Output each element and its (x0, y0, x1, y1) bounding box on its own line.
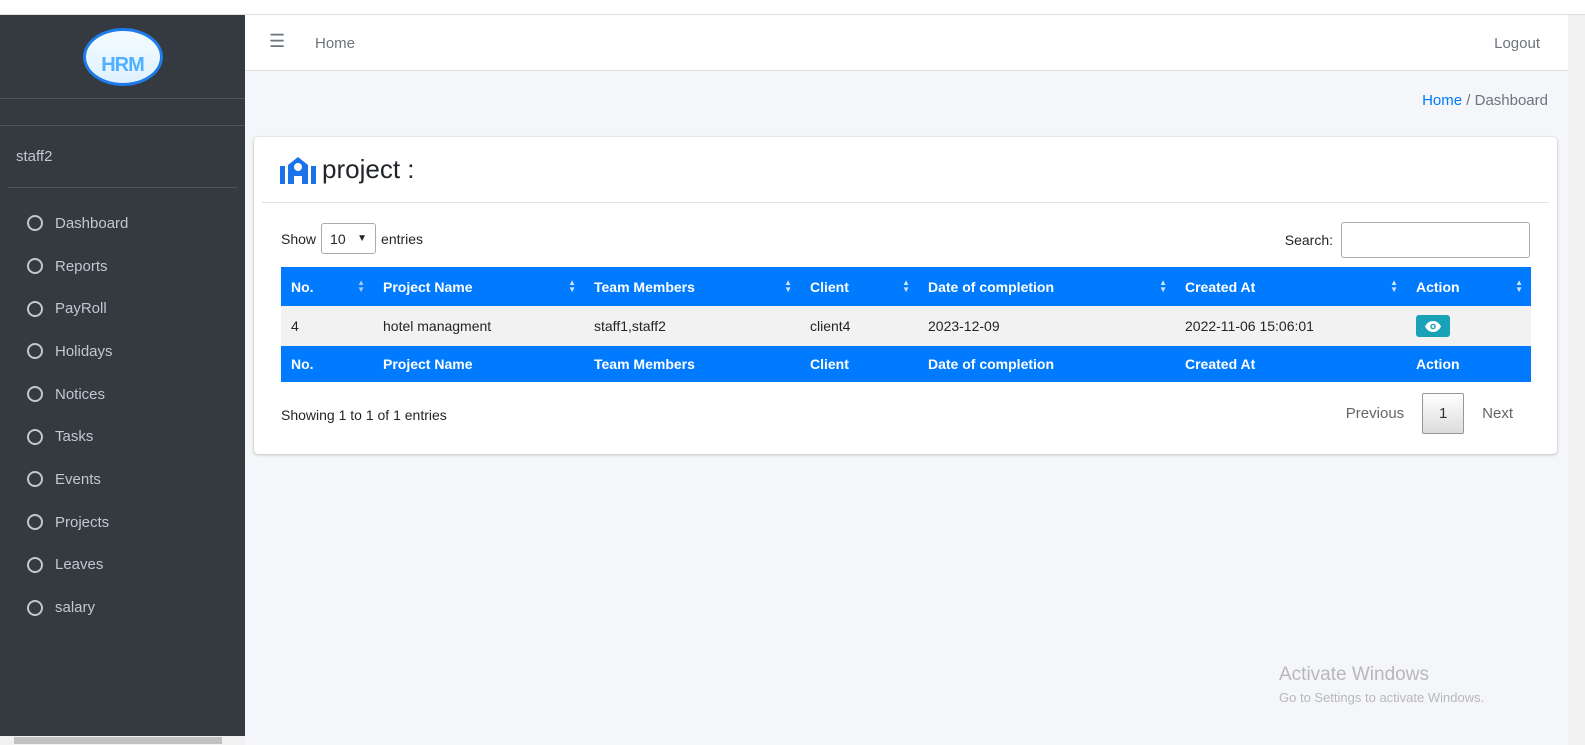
sidebar-item-dashboard[interactable]: Dashboard (0, 202, 245, 245)
sidebar-scrollbar[interactable] (0, 736, 245, 745)
sidebar-item-projects[interactable]: Projects (0, 501, 245, 544)
search-input[interactable] (1341, 222, 1530, 258)
column-header-no[interactable]: No. ▲ ▼ (281, 267, 373, 306)
sidebar-item-salary[interactable]: salary (0, 586, 245, 629)
circle-icon (27, 343, 43, 360)
top-navbar: ☰ Home Logout (245, 15, 1568, 71)
logo-image: HRM (82, 27, 163, 86)
menu-icon[interactable]: ☰ (269, 31, 285, 52)
column-header-project-name[interactable]: Project Name ▲ ▼ (373, 267, 584, 306)
sidebar-item-events[interactable]: Events (0, 458, 245, 501)
circle-icon (27, 300, 43, 317)
sidebar: HRM staff2 Dashboard Reports PayRoll Hol… (0, 15, 245, 745)
breadcrumb-current: Dashboard (1474, 92, 1548, 109)
sidebar-item-payroll[interactable]: PayRoll (0, 287, 245, 330)
circle-icon (27, 428, 43, 445)
sidebar-item-reports[interactable]: Reports (0, 245, 245, 288)
entries-select[interactable]: 10 ▼ (321, 223, 377, 254)
circle-icon (27, 556, 43, 573)
sidebar-item-leaves[interactable]: Leaves (0, 544, 245, 587)
browser-strip (0, 0, 1585, 15)
windows-activation-watermark: Activate Windows Go to Settings to activ… (1279, 664, 1485, 705)
sort-icon: ▲ ▼ (568, 278, 576, 294)
project-card: project : Show 10 ▼ entries Search: No. ▲ ▼… (254, 137, 1557, 454)
table-info: Showing 1 to 1 of 1 entries (281, 407, 447, 423)
sidebar-nav: Dashboard Reports PayRoll Holidays Notic… (0, 188, 245, 629)
table-row: 4 hotel managment staff1,staff2 client4 … (281, 306, 1531, 346)
eye-icon (1425, 320, 1441, 332)
circle-icon (27, 599, 43, 616)
sort-icon: ▲ ▼ (357, 278, 365, 294)
breadcrumb-home[interactable]: Home (1422, 92, 1462, 109)
column-header-action[interactable]: Action ▲ ▼ (1406, 267, 1531, 306)
pagination: Previous 1 Next (1328, 393, 1531, 434)
sort-icon: ▲ ▼ (1390, 278, 1398, 294)
sort-icon: ▲ ▼ (1159, 278, 1167, 294)
circle-icon (27, 471, 43, 488)
column-header-date-of-completion[interactable]: Date of completion ▲ ▼ (918, 267, 1175, 306)
logo[interactable]: HRM (0, 15, 245, 99)
page-1-button[interactable]: 1 (1422, 393, 1465, 434)
circle-icon (27, 386, 43, 403)
column-header-team-members[interactable]: Team Members ▲ ▼ (584, 267, 800, 306)
column-header-client[interactable]: Client ▲ ▼ (800, 267, 918, 306)
column-header-created-at[interactable]: Created At ▲ ▼ (1175, 267, 1406, 306)
circle-icon (27, 258, 43, 275)
next-button[interactable]: Next (1464, 405, 1531, 422)
user-name[interactable]: staff2 (8, 126, 237, 188)
circle-icon (27, 514, 43, 531)
sort-icon: ▲ ▼ (1515, 278, 1523, 294)
view-button[interactable] (1416, 315, 1450, 337)
breadcrumb: Home / Dashboard (1422, 92, 1548, 109)
chevron-down-icon: ▼ (357, 233, 368, 244)
page-title: project : (262, 137, 1549, 203)
projects-table: No. ▲ ▼ Project Name ▲ ▼ Team Members ▲ ▼ Clie… (281, 267, 1531, 382)
sidebar-item-notices[interactable]: Notices (0, 373, 245, 416)
building-clock-icon (280, 156, 316, 184)
page-scrollbar[interactable] (1568, 15, 1585, 745)
sort-icon: ▲ ▼ (784, 278, 792, 294)
circle-icon (27, 215, 43, 232)
sidebar-item-tasks[interactable]: Tasks (0, 415, 245, 458)
sort-icon: ▲ ▼ (902, 278, 910, 294)
logout-link[interactable]: Logout (1494, 35, 1540, 52)
previous-button[interactable]: Previous (1328, 405, 1422, 422)
nav-home-link[interactable]: Home (315, 35, 355, 52)
sidebar-item-holidays[interactable]: Holidays (0, 330, 245, 373)
